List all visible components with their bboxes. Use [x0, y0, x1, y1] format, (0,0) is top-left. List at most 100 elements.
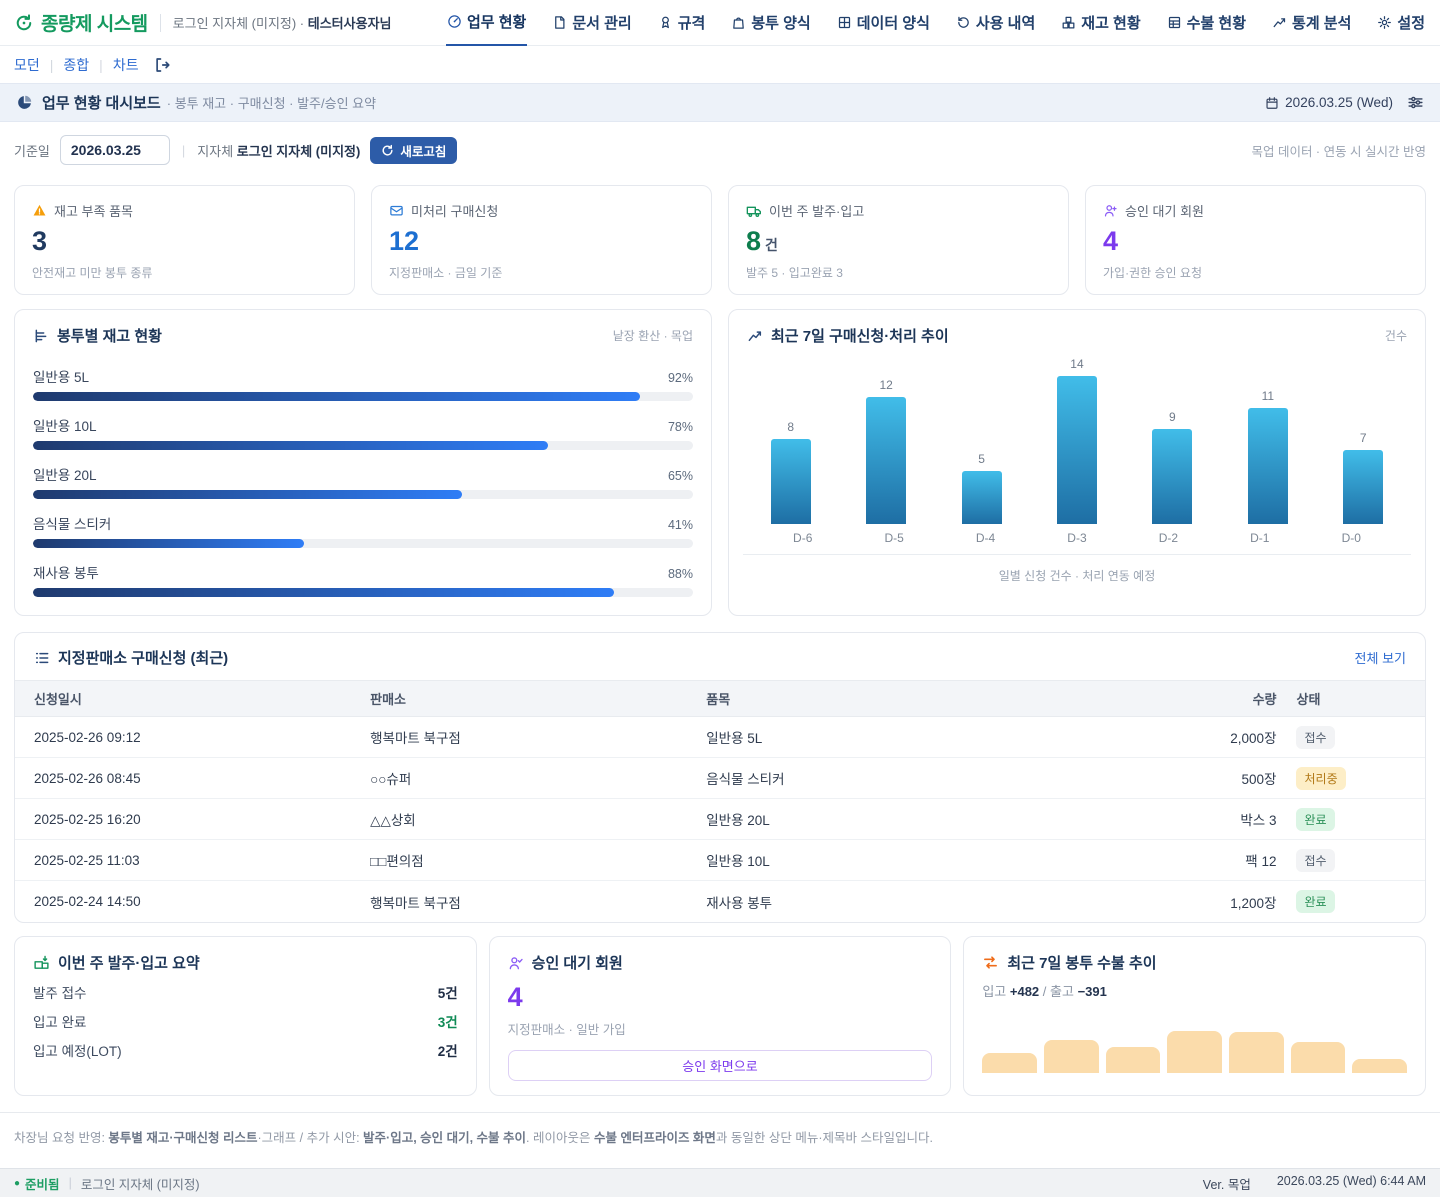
- kpi-value: 4: [1103, 226, 1408, 257]
- approval-panel: 승인 대기 회원 4 지정판매소 · 일반 가입 승인 화면으로: [489, 936, 952, 1096]
- bar-column: 12: [838, 378, 933, 524]
- kpi-caption: 발주 5 · 입고완료 3: [746, 264, 1051, 281]
- col-header-item: 품목: [706, 689, 1063, 708]
- summary-label: 발주 접수: [33, 982, 86, 1002]
- login-org-text: 로그인 지자체 (미지정) ·: [173, 16, 304, 31]
- nav-item-statistics[interactable]: 통계 분석: [1271, 0, 1352, 45]
- mode-link-modern[interactable]: 모던: [14, 55, 40, 75]
- org-value: 로그인 지자체 (미지정): [237, 144, 361, 159]
- base-date-input[interactable]: [60, 135, 170, 165]
- gear-icon: [1377, 15, 1392, 30]
- out-label: 출고: [1050, 984, 1074, 999]
- nav-label: 수불 현황: [1187, 12, 1246, 33]
- table-body: 2025-02-26 09:12행복마트 북구점일반용 5L2,000장접수20…: [15, 717, 1425, 922]
- bar-column: 11: [1220, 389, 1315, 524]
- inventory-bar-fill: [33, 490, 462, 499]
- refresh-button[interactable]: 새로고침: [370, 137, 457, 164]
- kpi-value: 3: [32, 226, 337, 257]
- mode-link-chart[interactable]: 차트: [113, 55, 139, 75]
- table-header-row: 신청일시 판매소 품목 수량 상태: [15, 680, 1425, 717]
- quantity: 박스 3: [1063, 809, 1283, 829]
- sliders-icon[interactable]: [1407, 94, 1424, 111]
- inventory-item-label: 일반용 5L: [33, 366, 89, 386]
- bar: [1343, 450, 1383, 524]
- inventory-item-label: 일반용 10L: [33, 415, 97, 435]
- bar-value-label: 12: [879, 378, 892, 392]
- footnote-segment: 봉투별 재고·구매신청 리스트: [108, 1131, 257, 1145]
- chart-icon: [1272, 15, 1287, 30]
- filter-divider: |: [182, 143, 185, 158]
- panel-title: 최근 7일 봉투 수불 추이: [1007, 952, 1156, 973]
- kpi-cards: 재고 부족 품목 3 안전재고 미만 봉투 종류 미처리 구매신청 12 지정판…: [14, 185, 1426, 295]
- footnote: 차장님 요청 반영: 봉투별 재고·구매신청 리스트·그래프 / 추가 시안: …: [0, 1112, 1440, 1158]
- mode-separator: |: [99, 57, 103, 73]
- panel-corner-label: 건수: [1385, 327, 1407, 344]
- logout-icon[interactable]: [153, 56, 171, 74]
- kpi-caption: 안전재고 미만 봉투 종류: [32, 264, 337, 281]
- item-name: 재사용 봉투: [706, 892, 1063, 912]
- footnote-text: 차장님 요청 반영: 봉투별 재고·구매신청 리스트·그래프 / 추가 시안: …: [14, 1127, 1426, 1146]
- store-name: □□편의점: [370, 850, 706, 870]
- nav-item-transfer-status[interactable]: 수불 현황: [1166, 0, 1247, 45]
- nav-item-data-forms[interactable]: 데이터 양식: [836, 0, 931, 45]
- date-chip[interactable]: 2026.03.25 (Wed): [1265, 95, 1393, 110]
- item-name: 일반용 5L: [706, 727, 1063, 747]
- nav-label: 문서 관리: [572, 12, 631, 33]
- item-name: 음식물 스티커: [706, 768, 1063, 788]
- status-badge: 완료: [1296, 808, 1334, 831]
- summary-row: 발주 접수 5건: [33, 982, 458, 1002]
- kpi-card-pending-members: 승인 대기 회원 4 가입·권한 승인 요청: [1085, 185, 1426, 295]
- summary-row: 입고 예정(LOT)2건: [33, 1040, 458, 1060]
- nav-item-usage-history[interactable]: 사용 내역: [955, 0, 1036, 45]
- table-title: 지정판매소 구매신청 (최근): [58, 647, 228, 668]
- bar: [1057, 376, 1097, 524]
- inventory-bar-fill: [33, 392, 640, 401]
- item-name: 일반용 20L: [706, 809, 1063, 829]
- go-approval-button[interactable]: 승인 화면으로: [508, 1050, 933, 1081]
- nav-label: 봉투 양식: [751, 12, 810, 33]
- list-icon: [34, 650, 50, 666]
- bar-value-label: 8: [787, 420, 794, 434]
- main-nav: 업무 현황 문서 관리 규격 봉투 양식 데이터 양식 사용 내역 재고 현황: [446, 0, 1426, 46]
- mode-link-combined[interactable]: 종합: [63, 55, 89, 75]
- bar-value-label: 11: [1262, 389, 1274, 403]
- status-cell: 완료: [1282, 890, 1405, 913]
- bar-column: 7: [1316, 431, 1411, 524]
- quantity: 2,000장: [1063, 727, 1283, 747]
- bar-column: 5: [934, 452, 1029, 524]
- user-name: 테스터사용자님: [308, 16, 392, 31]
- store-name: ○○슈퍼: [370, 768, 706, 788]
- nav-item-specs[interactable]: 규격: [657, 0, 707, 45]
- header-divider: [160, 14, 161, 32]
- separator: /: [1043, 984, 1047, 999]
- nav-label: 설정: [1397, 12, 1425, 33]
- inventory-item-percent: 92%: [668, 371, 693, 385]
- status-divider: |: [69, 1176, 72, 1190]
- summary-value: 5건: [438, 982, 458, 1002]
- quantity: 1,200장: [1063, 892, 1283, 912]
- nav-item-documents[interactable]: 문서 관리: [551, 0, 632, 45]
- kpi-value: 8건: [746, 226, 1051, 257]
- bar: [1248, 408, 1288, 524]
- calendar-icon: [1265, 96, 1279, 110]
- stamp-icon: [658, 15, 673, 30]
- nav-item-stock-status[interactable]: 재고 현황: [1060, 0, 1141, 45]
- panel-title: 승인 대기 회원: [532, 952, 623, 973]
- recycle-icon: [14, 13, 34, 33]
- inventory-bar-track: [33, 539, 693, 548]
- nav-item-settings[interactable]: 설정: [1376, 0, 1426, 45]
- footnote-segment: 차장님 요청 반영:: [14, 1131, 108, 1145]
- panel-title: 봉투별 재고 현황: [57, 325, 162, 346]
- inventory-row: 일반용 5L 92%: [33, 366, 693, 401]
- nav-item-bag-forms[interactable]: 봉투 양식: [730, 0, 811, 45]
- nav-label: 업무 현황: [467, 11, 526, 32]
- page-title: 업무 현황 대시보드: [42, 92, 161, 113]
- kpi-caption: 지정판매소 · 금일 기준: [389, 264, 694, 281]
- nav-item-work-status[interactable]: 업무 현황: [446, 0, 527, 46]
- view-all-link[interactable]: 전체 보기: [1355, 648, 1406, 667]
- bar-value-label: 9: [1169, 410, 1176, 424]
- boxes-icon: [1061, 15, 1076, 30]
- org-label: 지자체: [197, 144, 233, 159]
- inventory-bar-list: 일반용 5L92%일반용 10L78%일반용 20L65%음식물 스티커41%재…: [15, 346, 711, 615]
- transfer-arrows-icon: [982, 954, 999, 971]
